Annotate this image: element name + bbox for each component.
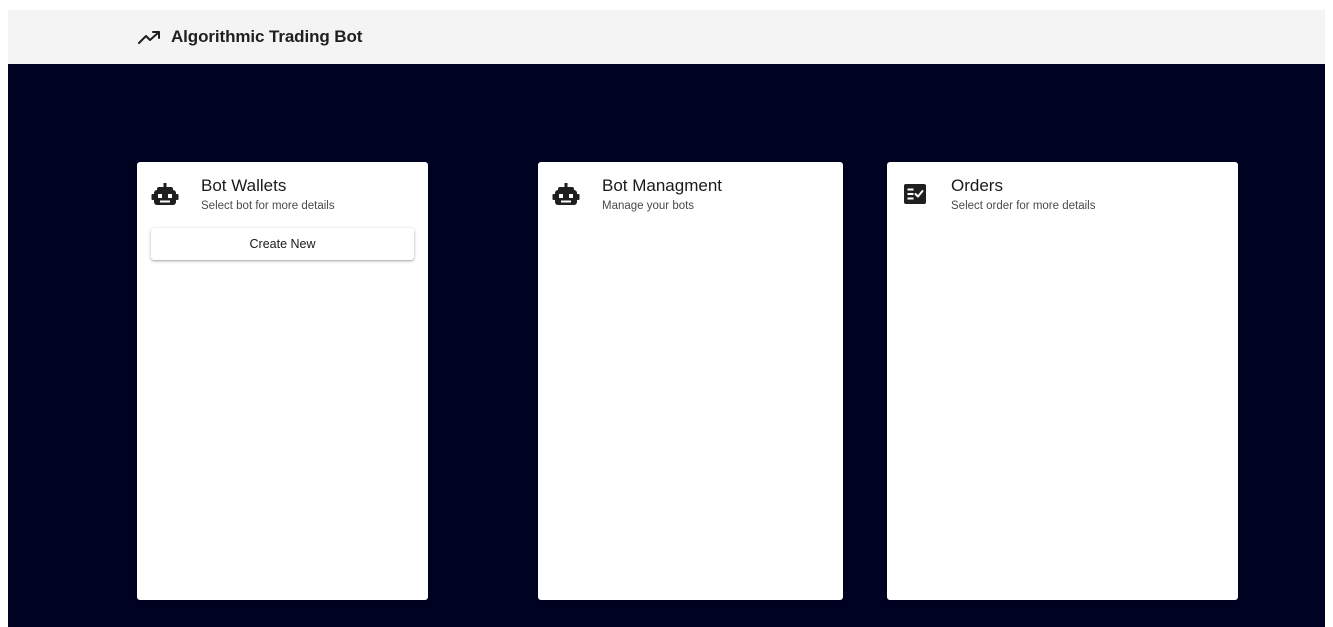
app-bar: Algorithmic Trading Bot	[8, 10, 1325, 64]
card-subtitle: Manage your bots	[602, 200, 695, 212]
card-header: Bot Wallets Select bot for more details	[151, 176, 414, 216]
trending-up-icon	[138, 29, 162, 45]
robot-icon	[552, 180, 580, 208]
orders-card: Orders Select order for more details	[887, 162, 1238, 600]
card-header: Bot Managment Manage your bots	[552, 176, 829, 216]
card-header: Orders Select order for more details	[901, 176, 1224, 216]
card-title: Bot Managment	[602, 176, 723, 195]
bot-management-card: Bot Managment Manage your bots	[538, 162, 843, 600]
app-title: Algorithmic Trading Bot	[171, 27, 363, 46]
checklist-icon	[901, 180, 929, 208]
app-root: Algorithmic Trading Bot Bot Wallets Sele…	[8, 10, 1325, 627]
robot-icon	[151, 180, 179, 208]
card-title: Orders	[951, 176, 1003, 195]
card-subtitle: Select bot for more details	[201, 200, 335, 212]
create-new-button[interactable]: Create New	[151, 228, 414, 260]
app-brand[interactable]: Algorithmic Trading Bot	[138, 10, 362, 64]
card-subtitle: Select order for more details	[951, 200, 1096, 212]
bot-wallets-card: Bot Wallets Select bot for more details …	[137, 162, 428, 600]
card-title: Bot Wallets	[201, 176, 287, 195]
